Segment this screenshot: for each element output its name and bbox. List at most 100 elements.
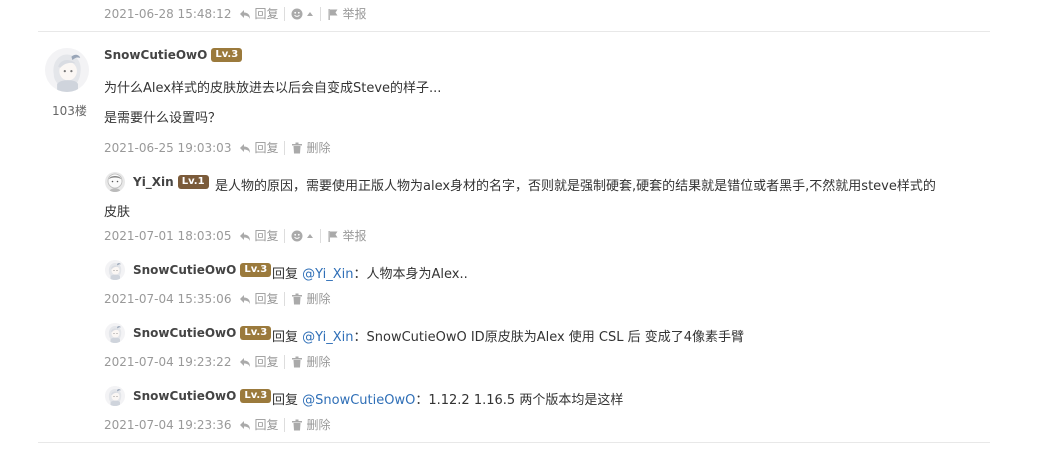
- divider: [320, 6, 322, 21]
- divider: [320, 228, 322, 243]
- post-divider: [38, 31, 990, 32]
- reply-prefix: 回复: [272, 393, 299, 408]
- caret-up-icon: [306, 10, 314, 18]
- reply-icon: [239, 142, 251, 154]
- reply-button[interactable]: 回复: [239, 227, 278, 244]
- divider: [284, 228, 286, 243]
- reply-meta: 2021-07-01 18:03:05 回复 举报: [104, 227, 366, 244]
- mention-link[interactable]: @Yi_Xin: [302, 330, 353, 345]
- reply-meta: 2021-07-04 19:23:36 回复 删除: [104, 416, 330, 433]
- caret-up-icon: [306, 232, 314, 240]
- delete-label: 删除: [306, 355, 331, 369]
- divider: [284, 6, 286, 21]
- avatar[interactable]: [105, 323, 125, 343]
- reply-label: 回复: [254, 229, 279, 243]
- delete-label: 删除: [306, 292, 331, 306]
- avatar[interactable]: [105, 386, 125, 406]
- reply-label: 回复: [254, 7, 279, 21]
- user-avatar-icon: [105, 323, 125, 343]
- mention-link[interactable]: @Yi_Xin: [302, 267, 353, 282]
- reply-author: SnowCutieOwO Lv.3: [133, 263, 272, 277]
- reply-button[interactable]: 回复: [239, 5, 278, 22]
- reply-button[interactable]: 回复: [239, 416, 278, 433]
- reply-icon: [239, 293, 251, 305]
- report-label: 举报: [342, 7, 367, 21]
- level-badge: Lv.3: [240, 263, 272, 277]
- reply-text: ：SnowCutieOwO ID原皮肤为Alex 使用 CSL 后 变成了4像素…: [353, 330, 745, 345]
- username-link[interactable]: SnowCutieOwO: [104, 48, 207, 62]
- avatar[interactable]: [105, 260, 125, 280]
- mention-link[interactable]: @SnowCutieOwO: [302, 393, 415, 408]
- reply-button[interactable]: 回复: [239, 353, 278, 370]
- level-badge: Lv.3: [211, 48, 243, 62]
- post-divider: [38, 442, 990, 443]
- reply-time: 2021-07-04 19:23:22: [104, 354, 232, 369]
- post-time: 2021-06-28 15:48:12: [104, 6, 232, 21]
- reply-meta: 2021-07-04 15:35:06 回复 删除: [104, 290, 330, 307]
- emoji-reaction-button[interactable]: [291, 230, 314, 242]
- user-avatar-icon: [45, 48, 89, 92]
- trash-icon: [291, 356, 303, 368]
- smile-icon: [291, 230, 303, 242]
- post-meta: 2021-06-25 19:03:03 回复 删除: [104, 139, 330, 156]
- reply-button[interactable]: 回复: [239, 290, 278, 307]
- divider: [284, 140, 286, 155]
- avatar[interactable]: [105, 172, 125, 192]
- post-content-line: 为什么Alex样式的皮肤放进去以后会自变成Steve的样子...: [104, 81, 442, 96]
- reply-prefix: 回复: [272, 330, 299, 345]
- reply-content-line: 皮肤: [104, 205, 131, 220]
- delete-button[interactable]: 删除: [291, 416, 330, 433]
- reply-label: 回复: [254, 292, 279, 306]
- level-badge: Lv.3: [240, 389, 272, 403]
- reply-label: 回复: [254, 355, 279, 369]
- username-link[interactable]: Yi_Xin: [133, 175, 174, 189]
- reply-icon: [239, 8, 251, 20]
- report-label: 举报: [342, 229, 367, 243]
- reply-icon: [239, 230, 251, 242]
- trash-icon: [291, 142, 303, 154]
- reply-icon: [239, 356, 251, 368]
- post-time: 2021-06-25 19:03:03: [104, 140, 232, 155]
- delete-button[interactable]: 删除: [291, 290, 330, 307]
- trash-icon: [291, 293, 303, 305]
- reply-text: ：1.12.2 1.16.5 两个版本均是这样: [415, 393, 624, 408]
- reply-time: 2021-07-04 19:23:36: [104, 417, 232, 432]
- reply-time: 2021-07-01 18:03:05: [104, 228, 232, 243]
- reply-text: ：人物本身为Alex..: [353, 267, 468, 282]
- previous-post-meta: 2021-06-28 15:48:12 回复 举报: [104, 5, 366, 22]
- post-content-line: 是需要什么设置吗？: [104, 111, 222, 126]
- report-button[interactable]: 举报: [327, 227, 366, 244]
- username-link[interactable]: SnowCutieOwO: [133, 263, 236, 277]
- divider: [284, 291, 286, 306]
- delete-button[interactable]: 删除: [291, 353, 330, 370]
- reply-meta: 2021-07-04 19:23:22 回复 删除: [104, 353, 330, 370]
- floor-number: 103楼: [52, 104, 87, 118]
- reply-content: 回复 @Yi_Xin：SnowCutieOwO ID原皮肤为Alex 使用 CS…: [272, 326, 744, 345]
- reply-label: 回复: [254, 141, 279, 155]
- username-link[interactable]: SnowCutieOwO: [133, 326, 236, 340]
- reply-content: 回复 @SnowCutieOwO：1.12.2 1.16.5 两个版本均是这样: [272, 389, 623, 408]
- post-author: SnowCutieOwO Lv.3: [104, 48, 243, 62]
- flag-icon: [327, 8, 339, 20]
- delete-button[interactable]: 删除: [291, 139, 330, 156]
- username-link[interactable]: SnowCutieOwO: [133, 389, 236, 403]
- reply-author: Yi_Xin Lv.1: [133, 175, 209, 189]
- avatar[interactable]: [45, 48, 89, 92]
- divider: [284, 417, 286, 432]
- delete-label: 删除: [306, 418, 331, 432]
- level-badge: Lv.3: [240, 326, 272, 340]
- reply-content: 回复 @Yi_Xin：人物本身为Alex..: [272, 263, 468, 282]
- reply-button[interactable]: 回复: [239, 139, 278, 156]
- user-avatar-icon: [105, 260, 125, 280]
- reply-author: SnowCutieOwO Lv.3: [133, 326, 272, 340]
- reply-content-line: 是人物的原因，需要使用正版人物为alex身材的名字，否则就是强制硬套,硬套的结果…: [215, 179, 936, 194]
- reply-author: SnowCutieOwO Lv.3: [133, 389, 272, 403]
- report-button[interactable]: 举报: [327, 5, 366, 22]
- emoji-reaction-button[interactable]: [291, 8, 314, 20]
- reply-label: 回复: [254, 418, 279, 432]
- user-avatar-icon: [105, 172, 125, 192]
- user-avatar-icon: [105, 386, 125, 406]
- smile-icon: [291, 8, 303, 20]
- reply-icon: [239, 419, 251, 431]
- level-badge: Lv.1: [177, 175, 209, 189]
